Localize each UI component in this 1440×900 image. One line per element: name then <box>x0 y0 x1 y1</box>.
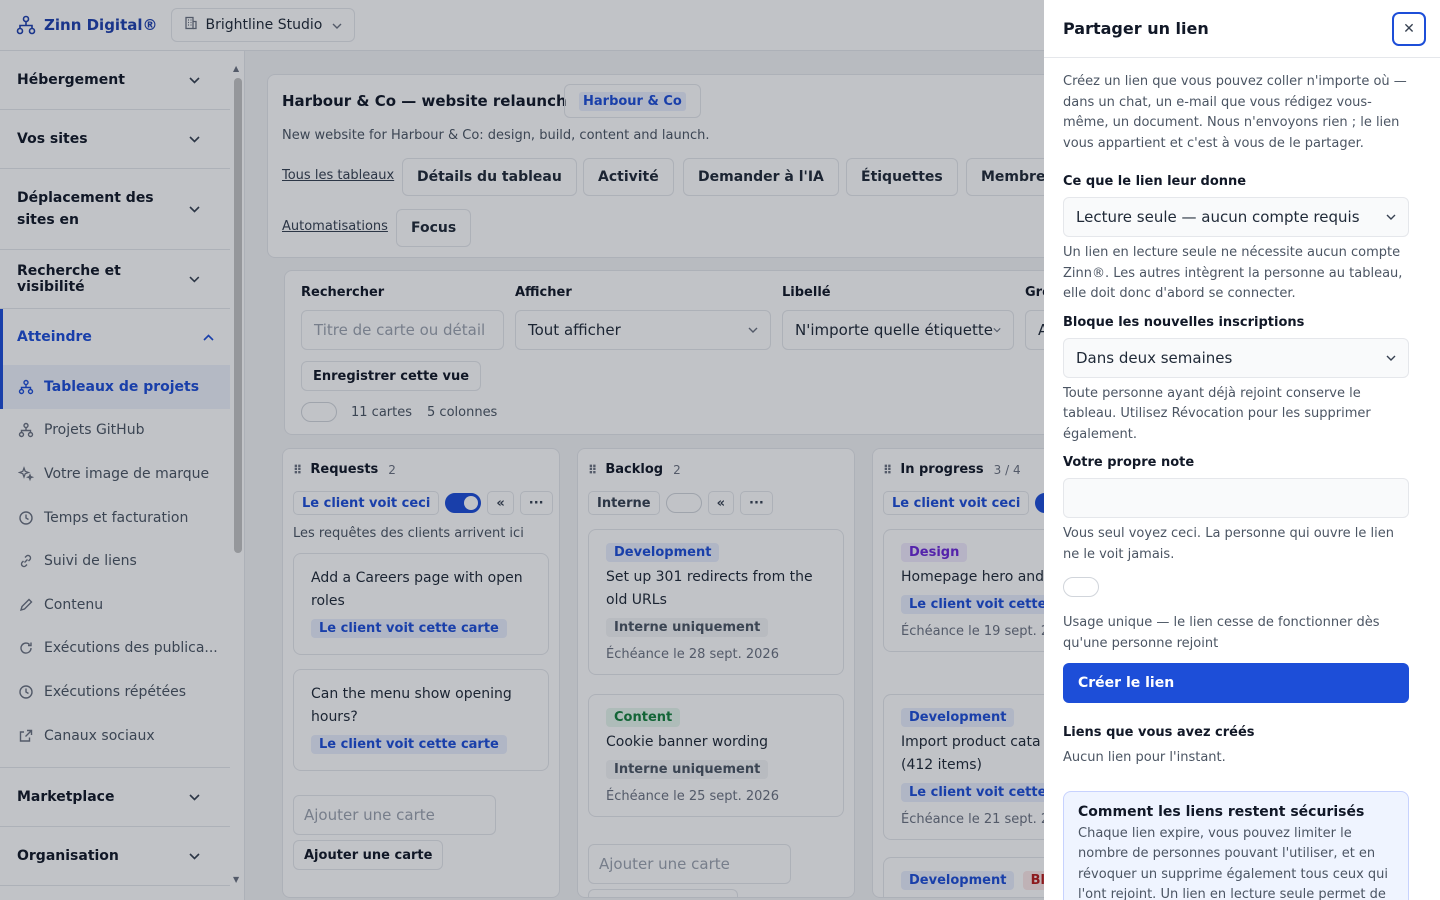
note-input[interactable] <box>1063 478 1409 518</box>
created-links-label: Liens que vous avez créés <box>1063 725 1255 740</box>
single-use-toggle[interactable] <box>1063 577 1099 597</box>
access-select[interactable]: Lecture seule — aucun compte requis <box>1063 197 1409 237</box>
close-button[interactable]: ✕ <box>1392 11 1426 46</box>
security-info-box: Comment les liens restent sécurisés Chaq… <box>1063 790 1409 900</box>
note-label: Votre propre note <box>1063 455 1195 470</box>
share-link-panel: Partager un lien ✕ Créez un lien que vou… <box>1044 0 1440 900</box>
security-info-text: Chaque lien expire, vous pouvez limiter … <box>1078 825 1389 900</box>
panel-title: Partager un lien <box>1063 19 1209 38</box>
close-icon: ✕ <box>1403 20 1415 37</box>
panel-body: Créez un lien que vous pouvez coller n'i… <box>1063 58 1409 900</box>
expiry-select[interactable]: Dans deux semaines <box>1063 337 1409 378</box>
access-label: Ce que le lien leur donne <box>1063 174 1247 189</box>
modal-backdrop[interactable] <box>0 0 1044 900</box>
chevron-down-icon <box>1386 355 1396 361</box>
expiry-label: Bloque les nouvelles inscriptions <box>1063 314 1305 330</box>
note-help: Vous seul voyez ceci. La personne qui ou… <box>1063 526 1394 562</box>
single-use-label: Usage unique — le lien cesse de fonction… <box>1063 615 1380 651</box>
security-info-title: Comment les liens restent sécurisés <box>1078 803 1365 820</box>
intro-text: Créez un lien que vous pouvez coller n'i… <box>1063 74 1407 151</box>
create-link-button[interactable]: Créer le lien <box>1063 663 1409 703</box>
created-links-empty: Aucun lien pour l'instant. <box>1063 750 1226 765</box>
expiry-help: Toute personne ayant déjà rejoint conser… <box>1063 385 1371 442</box>
chevron-down-icon <box>1386 214 1396 220</box>
panel-header: Partager un lien ✕ <box>1044 0 1440 58</box>
access-help: Un lien en lecture seule ne nécessite au… <box>1063 245 1403 301</box>
